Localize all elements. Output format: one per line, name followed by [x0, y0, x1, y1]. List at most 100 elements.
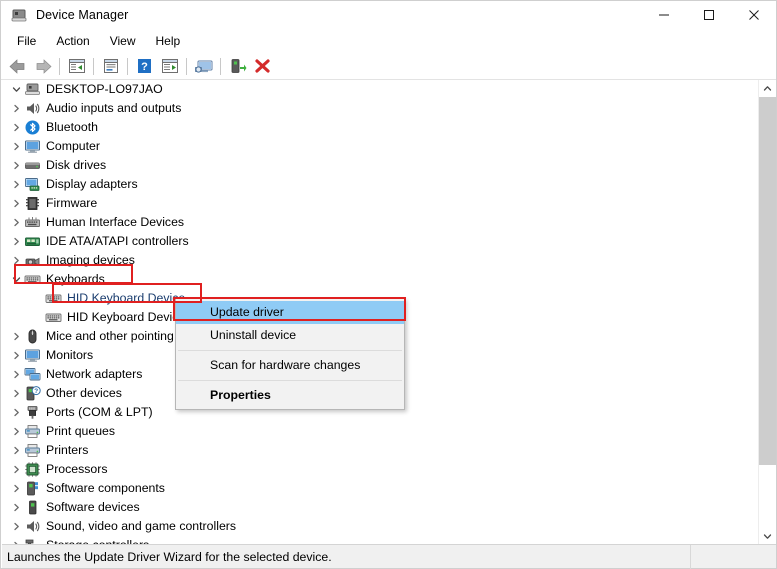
scroll-up-button[interactable]: [759, 80, 776, 97]
tree-item-label: Firmware: [46, 196, 98, 210]
tree-item-processors[interactable]: Processors: [2, 460, 759, 479]
tree-item-audio-inputs-and-outputs[interactable]: Audio inputs and outputs: [2, 99, 759, 118]
tree-item-label: Software devices: [46, 500, 140, 514]
device-manager-window: Device Manager File Action View Help ? D…: [0, 0, 777, 569]
tree-item-label: Network adapters: [46, 367, 143, 381]
properties-button[interactable]: [98, 55, 123, 78]
forward-arrow-icon: [36, 58, 52, 74]
tree-item-label: Software components: [46, 481, 165, 495]
tree-item-computer[interactable]: Computer: [2, 137, 759, 156]
chevron-right-icon[interactable]: [8, 422, 24, 441]
tree-item-label: Human Interface Devices: [46, 215, 185, 229]
chevron-right-icon[interactable]: [8, 175, 24, 194]
toolbar-separator: [220, 57, 221, 75]
toolbar: ?: [1, 53, 776, 80]
update-driver-icon: [161, 59, 178, 73]
tree-item-label: Imaging devices: [46, 253, 135, 267]
menu-view[interactable]: View: [100, 31, 146, 52]
chevron-right-icon[interactable]: [8, 403, 24, 422]
tree-item-human-interface-devices[interactable]: Human Interface Devices: [2, 213, 759, 232]
scrollbar-track[interactable]: [759, 97, 776, 528]
tree-item-label: Printers: [46, 443, 89, 457]
chevron-right-icon[interactable]: [8, 346, 24, 365]
chevron-right-icon[interactable]: [8, 232, 24, 251]
uninstall-device-button[interactable]: [250, 55, 275, 78]
chevron-right-icon[interactable]: [8, 118, 24, 137]
scrollbar-thumb[interactable]: [759, 97, 776, 465]
tree-item-label: Display adapters: [46, 177, 138, 191]
back-arrow-icon: [8, 58, 24, 74]
context-menu-item-uninstall-device[interactable]: Uninstall device: [176, 324, 404, 347]
properties-icon: [103, 59, 118, 73]
status-bar-text: Launches the Update Driver Wizard for th…: [2, 544, 691, 569]
tree-item-software-devices[interactable]: Software devices: [2, 498, 759, 517]
tree-item-software-components[interactable]: Software components: [2, 479, 759, 498]
software-device-icon: [24, 499, 41, 516]
tree-item-label: Keyboards: [46, 272, 105, 286]
tree-item-print-queues[interactable]: Print queues: [2, 422, 759, 441]
tree-item-firmware[interactable]: Firmware: [2, 194, 759, 213]
menu-help[interactable]: Help: [146, 31, 191, 52]
chevron-right-icon[interactable]: [8, 251, 24, 270]
vertical-scrollbar[interactable]: [758, 80, 776, 545]
context-menu-item-update-driver[interactable]: Update driver: [176, 301, 404, 324]
chevron-right-icon[interactable]: [8, 498, 24, 517]
enable-device-button[interactable]: [225, 55, 250, 78]
chevron-right-icon[interactable]: [8, 156, 24, 175]
tree-item-bluetooth[interactable]: Bluetooth: [2, 118, 759, 137]
toolbar-separator: [127, 57, 128, 75]
chevron-down-icon[interactable]: [8, 270, 24, 289]
tree-item-printers[interactable]: Printers: [2, 441, 759, 460]
svg-text:?: ?: [141, 61, 148, 73]
chevron-right-icon[interactable]: [8, 479, 24, 498]
chevron-right-icon[interactable]: [8, 365, 24, 384]
tree-item-label: IDE ATA/ATAPI controllers: [46, 234, 189, 248]
forward-button[interactable]: [30, 55, 55, 78]
chevron-right-icon[interactable]: [8, 194, 24, 213]
back-button[interactable]: [5, 55, 30, 78]
tree-item-keyboards[interactable]: Keyboards: [2, 270, 759, 289]
maximize-button[interactable]: [686, 1, 731, 29]
update-driver-button[interactable]: [157, 55, 182, 78]
tree-item-root[interactable]: DESKTOP-LO97JAO: [2, 80, 759, 99]
tree-item-imaging-devices[interactable]: Imaging devices: [2, 251, 759, 270]
chevron-right-icon[interactable]: [8, 137, 24, 156]
show-hide-console-tree-button[interactable]: [64, 55, 89, 78]
svg-text:?: ?: [34, 388, 38, 395]
minimize-icon: [658, 14, 669, 16]
context-menu-item-properties[interactable]: Properties: [176, 384, 404, 407]
chevron-right-icon[interactable]: [8, 441, 24, 460]
tree-item-label: Ports (COM & LPT): [46, 405, 153, 419]
tree-item-disk-drives[interactable]: Disk drives: [2, 156, 759, 175]
chevron-right-icon[interactable]: [8, 99, 24, 118]
chevron-down-icon[interactable]: [8, 80, 24, 99]
menu-file[interactable]: File: [7, 31, 46, 52]
chevron-right-icon[interactable]: [8, 384, 24, 403]
tree-item-ide-ata-atapi-controllers[interactable]: IDE ATA/ATAPI controllers: [2, 232, 759, 251]
mouse-icon: [24, 328, 41, 345]
tree-item-sound-video-and-game-controllers[interactable]: Sound, video and game controllers: [2, 517, 759, 536]
context-menu[interactable]: Update driver Uninstall device Scan for …: [175, 298, 405, 410]
chevron-right-icon[interactable]: [8, 517, 24, 536]
menu-action[interactable]: Action: [46, 31, 99, 52]
device-manager-icon: [10, 6, 28, 24]
tree-item-display-adapters[interactable]: Display adapters: [2, 175, 759, 194]
scan-for-hardware-changes-button[interactable]: [191, 55, 216, 78]
maximize-icon: [703, 10, 714, 20]
chevron-right-icon[interactable]: [8, 213, 24, 232]
disk-drive-icon: [24, 157, 41, 174]
help-button[interactable]: ?: [132, 55, 157, 78]
close-button[interactable]: [731, 1, 776, 29]
tree-item-label: DESKTOP-LO97JAO: [46, 82, 163, 96]
scroll-down-button[interactable]: [759, 528, 776, 545]
chevron-right-icon[interactable]: [8, 327, 24, 346]
chevron-right-icon[interactable]: [8, 460, 24, 479]
network-adapter-icon: [24, 366, 41, 383]
chevron-down-icon: [763, 534, 772, 539]
unknown-device-icon: ?: [24, 385, 41, 402]
tree-item-label: Other devices: [46, 386, 122, 400]
window-controls: [641, 1, 776, 29]
toolbar-separator: [93, 57, 94, 75]
minimize-button[interactable]: [641, 1, 686, 29]
context-menu-item-scan-for-hardware-changes[interactable]: Scan for hardware changes: [176, 354, 404, 377]
